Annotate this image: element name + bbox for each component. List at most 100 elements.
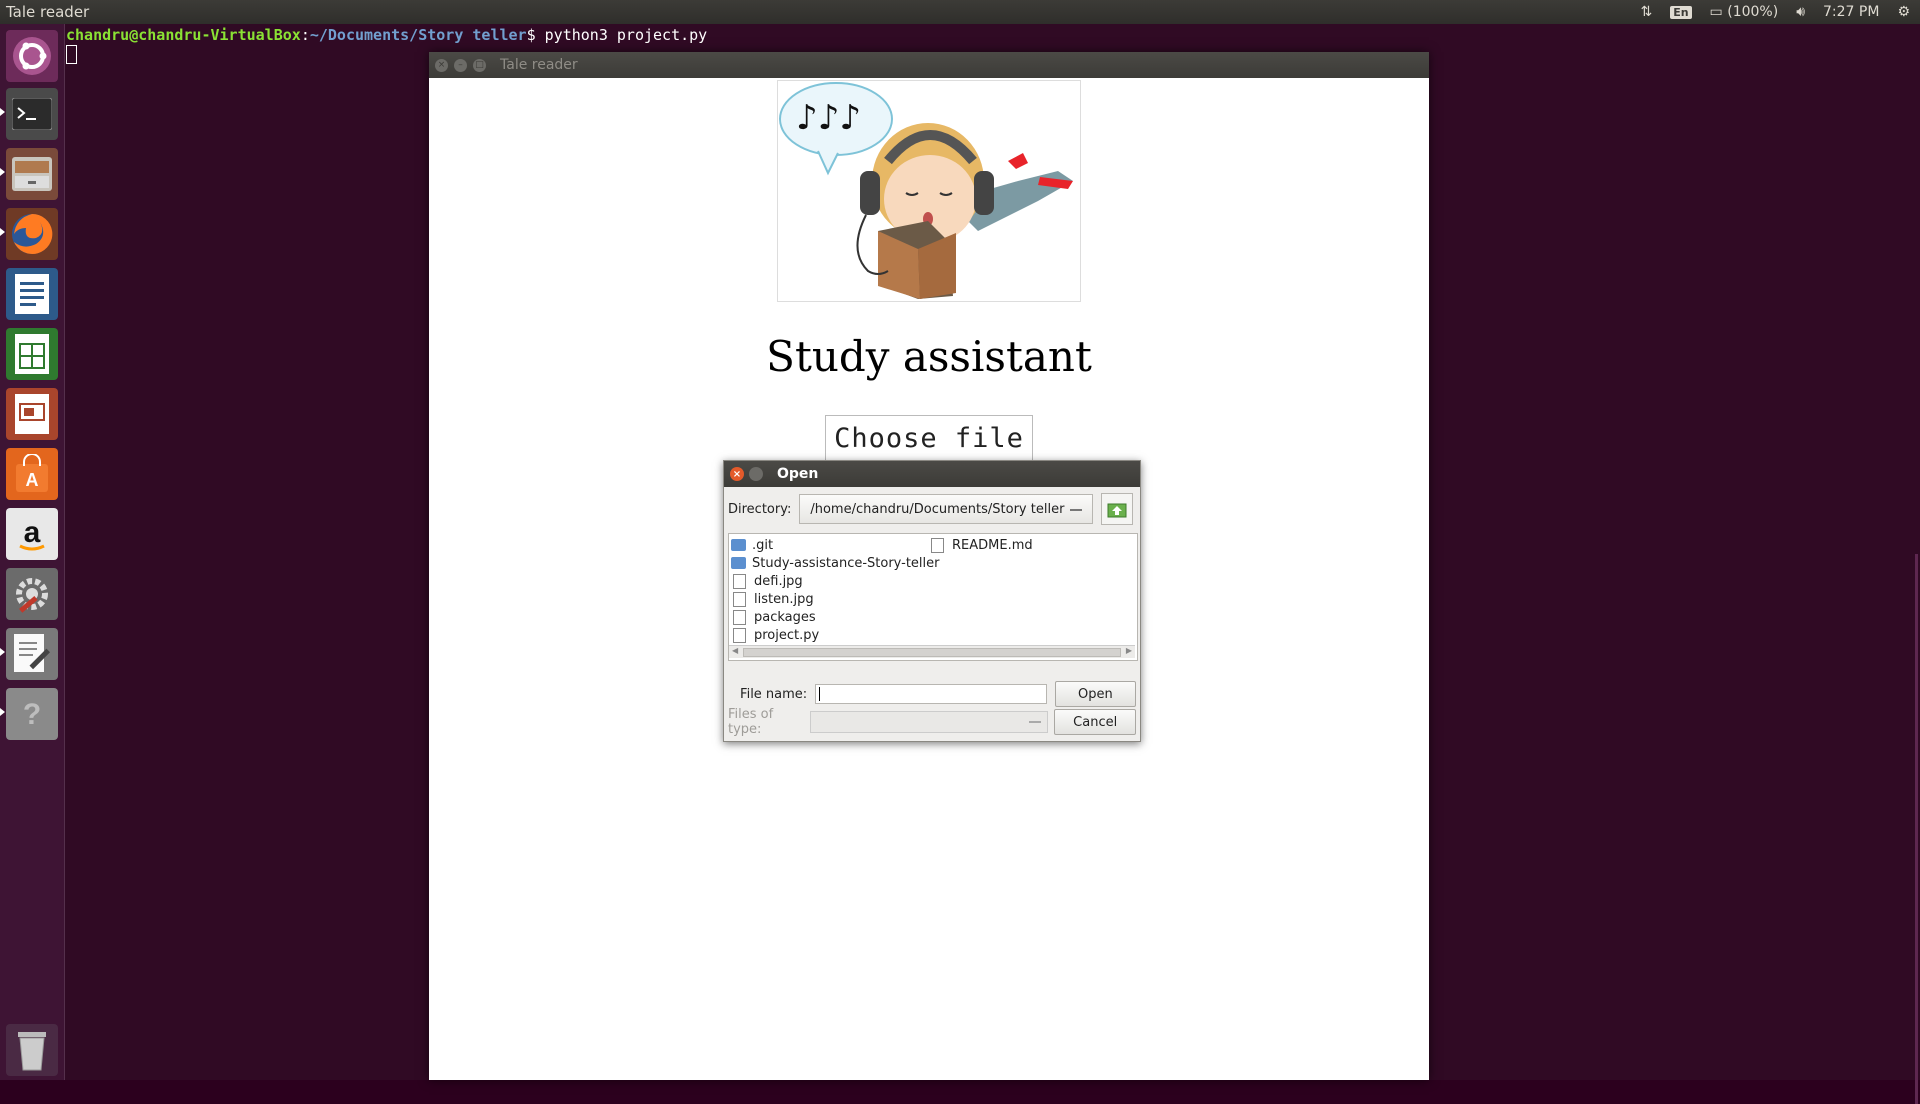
launcher-trash[interactable] [6,1024,58,1076]
launcher-libreoffice-writer[interactable] [6,268,58,320]
svg-text:a: a [24,516,41,549]
list-item[interactable]: README.md [929,536,1033,554]
text-editor-pencil-icon [14,634,50,672]
dialog-titlebar[interactable]: × Open [724,461,1140,487]
illustration-svg: ♪♪♪ [779,82,1073,299]
launcher-firefox[interactable] [6,208,58,260]
indicator-area: ⇅ En ▭ (100%) 🔊︎ 7:27 PM ⚙ [1640,4,1920,20]
writer-document-icon [15,274,49,314]
prompt-end: $ [526,26,545,44]
network-icon[interactable]: ⇅ [1640,4,1652,20]
open-button[interactable]: Open [1054,681,1136,707]
terminal-icon [12,98,52,130]
launcher-amazon[interactable]: a [6,508,58,560]
launcher-libreoffice-impress[interactable] [6,388,58,440]
file-icon [733,627,746,643]
terminal-cursor [66,45,77,64]
battery-indicator[interactable]: ▭ (100%) [1710,4,1779,20]
top-panel: Tale reader ⇅ En ▭ (100%) 🔊︎ 7:27 PM ⚙ [0,0,1920,24]
launcher-software-center[interactable]: A [6,448,58,500]
window-minimize-icon[interactable]: – [454,58,467,72]
launcher-files[interactable] [6,148,58,200]
dash-home-button[interactable] [6,30,58,82]
launcher-system-settings[interactable] [6,568,58,620]
amazon-icon: a [19,516,45,551]
running-indicator [0,648,5,656]
files-of-type-dropdown[interactable] [809,711,1049,733]
file-name: Study-assistance-Story-teller [752,555,940,571]
dialog-title: Open [777,466,819,482]
keyboard-layout-indicator[interactable]: En [1670,5,1692,19]
firefox-icon [12,213,53,254]
horizontal-scrollbar[interactable]: ◀ ▶ [729,645,1135,658]
file-name: defi.jpg [754,573,803,589]
system-menu-gear-icon[interactable]: ⚙ [1897,4,1910,20]
files-of-type-row: Files of type: Cancel [728,707,1136,737]
volume-icon[interactable]: 🔊︎ [1796,4,1805,20]
dialog-maximize-icon[interactable] [749,467,763,481]
file-list[interactable]: .git Study-assistance-Story-teller defi.… [728,533,1138,661]
launcher-help[interactable]: ? [6,688,58,740]
active-app-title: Tale reader [6,3,90,21]
prompt-user-host: chandru@chandru-VirtualBox [66,26,301,44]
app-heading: Study assistant [766,332,1092,381]
list-item[interactable]: packages [731,608,816,626]
running-indicator [0,108,5,116]
unity-launcher: A a ? [0,24,65,1080]
file-name: .git [752,537,774,553]
file-name-input[interactable] [815,684,1047,704]
running-indicator [0,228,5,236]
svg-text:A: A [26,470,39,490]
file-name-label: File name: [740,686,808,702]
folder-icon [731,539,746,551]
app-window-title: Tale reader [500,57,578,73]
file-name: listen.jpg [754,591,814,607]
calc-spreadsheet-icon [15,334,49,374]
directory-row: Directory: /home/chandru/Documents/Story… [728,493,1136,525]
window-close-icon[interactable]: × [435,58,448,72]
choose-file-button[interactable]: Choose file [825,415,1033,461]
file-name-row: File name: Open [728,681,1136,707]
files-of-type-label: Files of type: [728,707,774,737]
battery-percentage: (100%) [1727,4,1779,20]
list-item[interactable]: project.py [731,626,819,644]
directory-value: /home/chandru/Documents/Story teller [810,501,1065,517]
scrollbar-thumb[interactable] [743,648,1121,657]
file-cabinet-icon [12,157,52,191]
file-name: README.md [952,537,1033,553]
launcher-terminal[interactable] [6,88,58,140]
battery-icon: ▭ [1709,4,1723,20]
dialog-close-icon[interactable]: × [730,467,744,481]
svg-text:♪♪♪: ♪♪♪ [796,98,861,138]
list-item[interactable]: defi.jpg [731,572,803,590]
list-item[interactable]: Study-assistance-Story-teller [731,554,940,572]
directory-dropdown[interactable]: /home/chandru/Documents/Story teller [799,494,1094,524]
listening-child-illustration: ♪♪♪ [777,80,1081,302]
file-icon [931,537,944,553]
scroll-right-arrow-icon[interactable]: ▶ [1126,646,1132,655]
terminal-scrollbar[interactable] [1915,554,1918,1104]
running-indicator [0,708,5,716]
terminal-command: python3 project.py [544,26,708,44]
directory-label: Directory: [728,501,792,517]
window-maximize-icon[interactable]: □ [473,58,486,72]
file-name: project.py [754,627,820,643]
folder-up-icon [1107,503,1127,518]
launcher-text-editor[interactable] [6,628,58,680]
scroll-left-arrow-icon[interactable]: ◀ [732,646,738,655]
shopping-bag-icon: A [16,454,48,492]
list-item[interactable]: .git [731,536,773,554]
clock[interactable]: 7:27 PM [1823,4,1879,20]
file-icon [733,591,746,607]
svg-text:?: ? [23,698,41,731]
app-titlebar[interactable]: × – □ Tale reader [429,52,1429,78]
open-file-dialog: × Open Directory: /home/chandru/Document… [723,460,1141,742]
file-name: packages [754,609,816,625]
launcher-libreoffice-calc[interactable] [6,328,58,380]
ubuntu-logo-icon [13,37,51,75]
cancel-button[interactable]: Cancel [1054,709,1136,735]
text-caret [819,687,821,701]
prompt-path: ~/Documents/Story teller [309,26,527,44]
parent-directory-button[interactable] [1101,493,1134,525]
list-item[interactable]: listen.jpg [731,590,814,608]
